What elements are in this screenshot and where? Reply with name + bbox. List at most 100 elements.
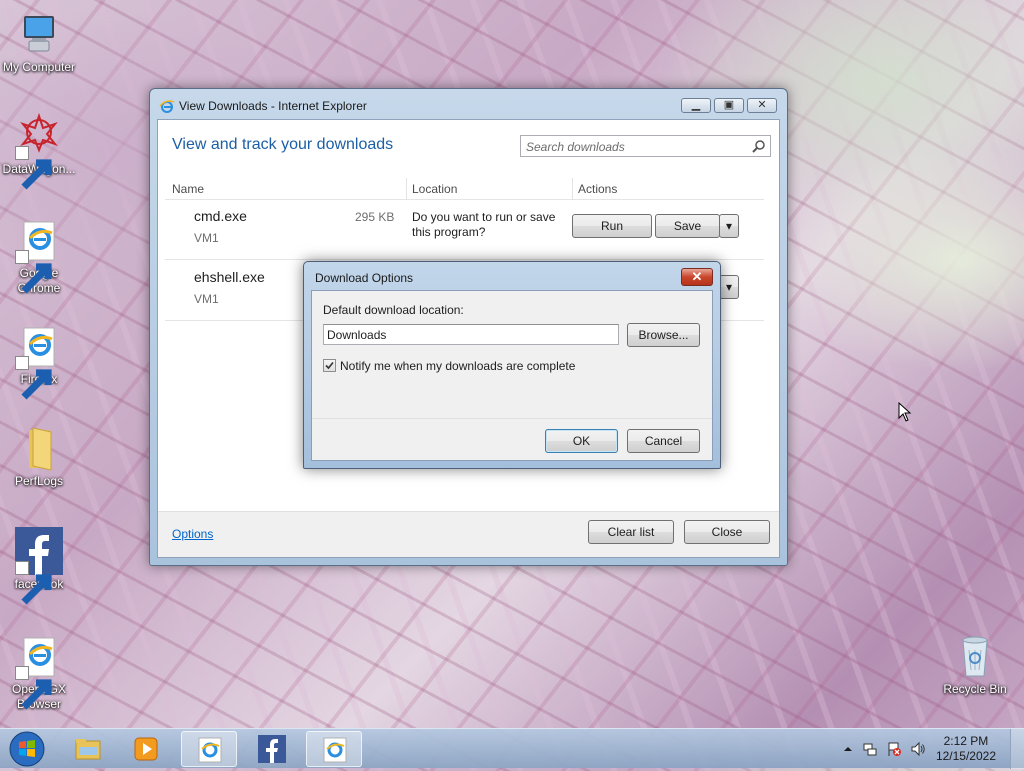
taskbar: 2:12 PM 12/15/2022 [0,728,1024,769]
minimize-icon: ▁ [691,99,701,111]
column-headers: Name Location Actions [165,178,764,200]
desktop-icon-perflogs[interactable]: PerfLogs [0,424,79,489]
datawagon-icon [15,112,63,190]
download-size: 295 KB [355,210,395,224]
maximize-icon: ▣ [723,99,735,111]
download-location-label: Default download location: [323,303,464,317]
volume-tray-icon[interactable] [910,741,926,757]
chevron-up-icon [844,747,852,751]
column-location[interactable]: Location [412,182,457,196]
action-center-tray-icon[interactable] [886,741,902,757]
notify-checkbox[interactable] [323,359,336,372]
search-placeholder: Search downloads [526,140,625,154]
system-tray: 2:12 PM 12/15/2022 [834,729,1024,769]
ok-button[interactable]: OK [545,429,618,453]
download-location-field[interactable]: Downloads [323,324,619,345]
options-link[interactable]: Options [172,527,213,541]
clear-list-button[interactable]: Clear list [588,520,674,544]
network-tray-icon[interactable] [862,741,878,757]
minimize-button[interactable]: ▁ [681,98,711,113]
ie-icon [159,98,175,114]
taskbar-facebook[interactable] [244,731,300,767]
download-source: VM1 [194,292,219,306]
ie-icon [15,632,63,710]
checkmark-icon [325,361,334,370]
chevron-down-icon: ▾ [725,219,733,233]
desktop-icon-facebook[interactable]: facebook [0,527,79,605]
desktop-icon-recycle-bin[interactable]: Recycle Bin [935,632,1015,697]
window-footer: Options Clear list Close [158,511,779,557]
download-source: VM1 [194,231,219,245]
desktop-icon-label: Recycle Bin [943,682,1007,696]
download-options-dialog: Download Options ✕ Default download loca… [303,261,721,469]
dialog-content: Default download location: Downloads Bro… [311,290,713,461]
computer-icon [15,10,63,58]
title-bar[interactable]: View Downloads - Internet Explorer ▁ ▣ ✕ [150,89,787,119]
close-icon: ✕ [691,269,703,284]
desktop-icon-label: PerfLogs [14,474,64,488]
shortcut-arrow-icon [15,146,52,190]
download-file-name: cmd.exe [194,208,247,224]
facebook-icon [258,735,286,763]
actions-dropdown-button[interactable]: ▾ [719,275,739,299]
download-file-name: ehshell.exe [194,269,265,285]
shortcut-arrow-icon [15,250,52,294]
clock-time: 2:12 PM [943,734,989,748]
close-button[interactable]: Close [684,520,770,544]
mouse-cursor-icon [898,402,912,422]
save-button[interactable]: Save [655,214,720,238]
download-prompt: Do you want to run or save this program? [412,210,556,239]
desktop-icon-opera-gx[interactable]: Opera GX Browser [0,632,79,712]
close-window-button[interactable]: ✕ [747,98,777,113]
taskbar-media-player[interactable] [118,731,174,767]
folder-icon [15,424,63,472]
ie-icon [198,737,222,763]
show-hidden-icons-button[interactable] [840,741,856,757]
column-name[interactable]: Name [172,182,204,196]
dialog-button-bar: OK Cancel [312,418,712,460]
show-desktop-button[interactable] [1010,729,1024,769]
desktop-icon-google-chrome[interactable]: Google Chrome [0,216,79,296]
dialog-title: Download Options [315,271,414,285]
recycle-bin-icon [951,632,999,680]
maximize-button[interactable]: ▣ [714,98,744,113]
page-title: View and track your downloads [172,136,394,153]
window-title: View Downloads - Internet Explorer [179,99,367,113]
desktop-icon-my-computer[interactable]: My Computer [0,10,79,75]
shortcut-arrow-icon [15,356,52,400]
clock-date: 12/15/2022 [935,749,996,763]
speaker-icon [911,741,925,757]
start-button[interactable] [4,730,50,768]
windows-logo-icon [9,731,45,767]
download-row[interactable]: cmd.exe VM1 295 KB Do you want to run or… [165,200,764,260]
network-icon [863,743,877,756]
ie-icon [323,737,347,763]
clock[interactable]: 2:12 PM 12/15/2022 [936,734,996,764]
dialog-close-button[interactable]: ✕ [681,268,713,286]
chevron-down-icon: ▾ [725,280,733,294]
column-divider [406,178,407,200]
shortcut-arrow-icon [15,666,52,710]
run-button[interactable]: Run [572,214,652,238]
taskbar-internet-explorer[interactable] [181,731,237,767]
shortcut-arrow-icon [15,561,52,605]
cancel-button[interactable]: Cancel [627,429,700,453]
close-icon: ✕ [757,99,767,111]
column-divider [572,178,573,200]
ie-icon [15,216,63,294]
notify-label[interactable]: Notify me when my downloads are complete [340,359,575,373]
media-player-icon [134,737,158,761]
windows-explorer-icon [75,739,101,760]
facebook-icon [15,527,63,605]
browse-button[interactable]: Browse... [627,323,700,347]
search-icon[interactable] [752,139,766,153]
desktop-icon-label: My Computer [2,60,76,74]
taskbar-windows-explorer[interactable] [60,731,116,767]
column-actions: Actions [578,182,618,196]
save-dropdown-button[interactable]: ▾ [719,214,739,238]
desktop-icon-datawagon[interactable]: DataWagon... [0,112,79,190]
ie-icon [15,322,63,400]
desktop-icon-firefox[interactable]: Firefox [0,322,79,400]
search-downloads-input[interactable]: Search downloads [520,135,771,157]
taskbar-internet-explorer-2[interactable] [306,731,362,767]
